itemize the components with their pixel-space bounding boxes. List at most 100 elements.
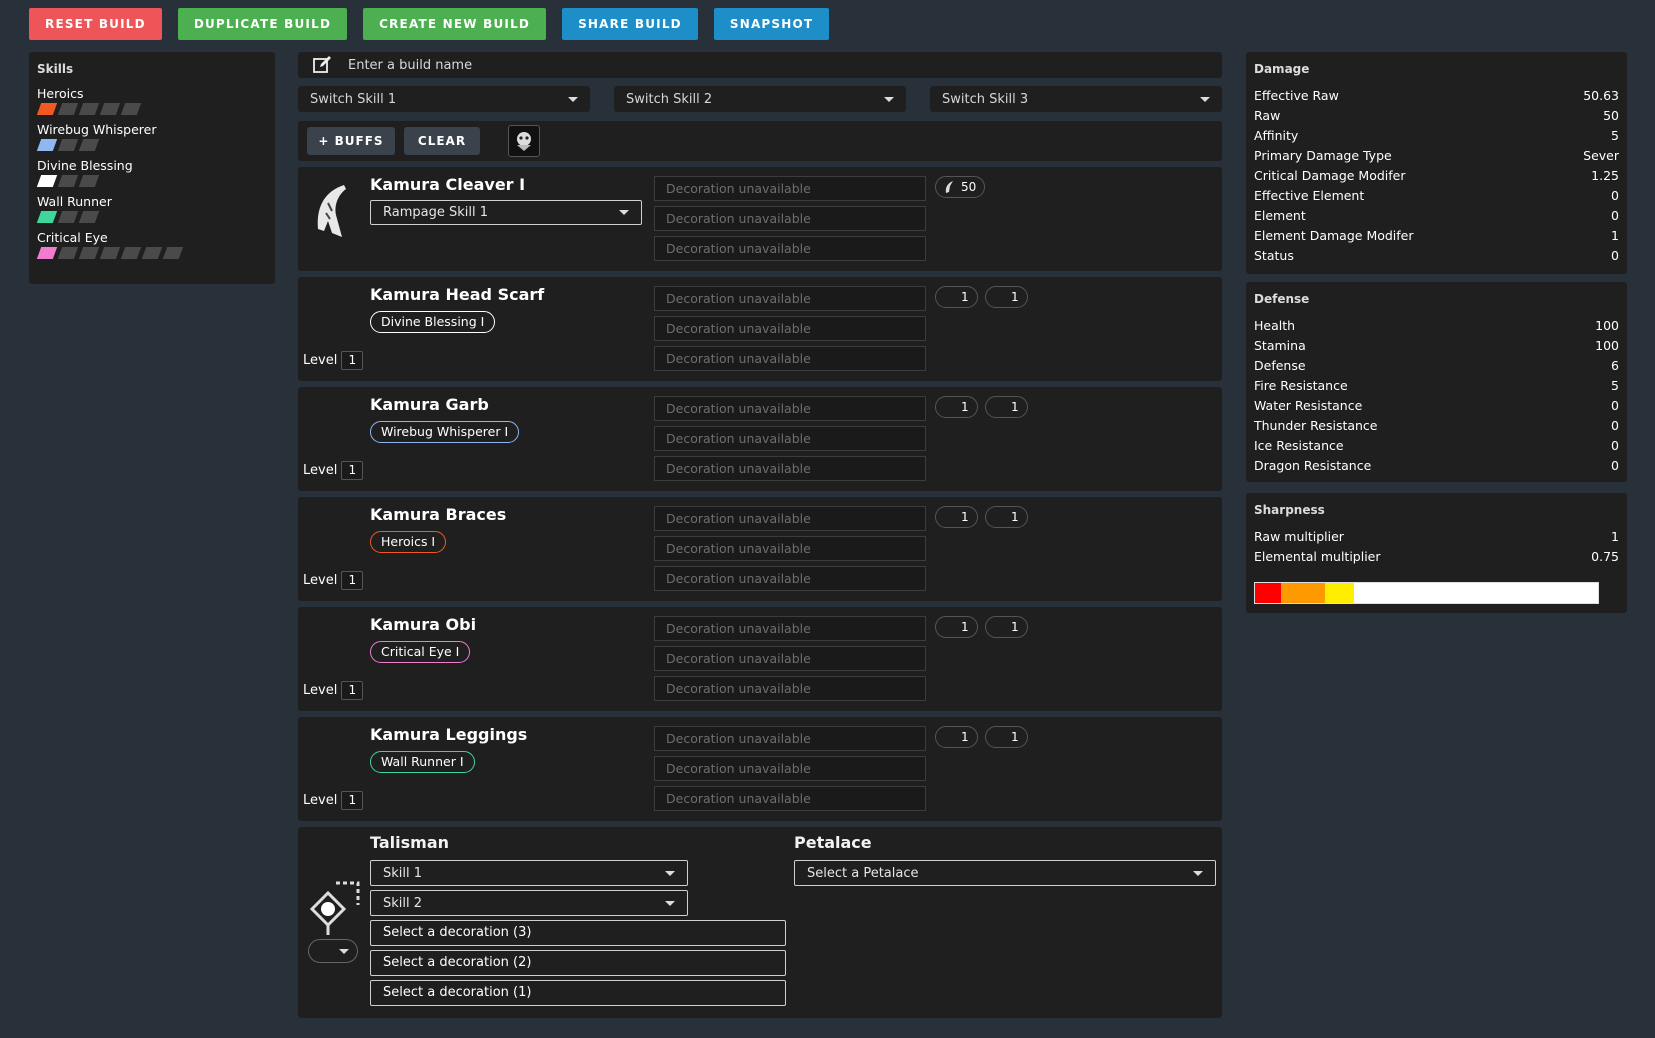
shield-icon bbox=[944, 291, 955, 303]
sharpness-segment bbox=[1280, 583, 1326, 603]
stat-label: Affinity bbox=[1254, 128, 1299, 143]
stat-value: 1.25 bbox=[1591, 168, 1619, 183]
talisman-skill-1-select[interactable]: Skill 1 bbox=[370, 860, 688, 886]
armor-panel: Kamura Braces Heroics I Level 1 Decoration u… bbox=[298, 497, 1222, 601]
armor-level: Level 1 bbox=[303, 681, 364, 700]
petalace-select[interactable]: Select a Petalace bbox=[794, 860, 1216, 886]
defense-chip: 1 bbox=[935, 616, 978, 638]
shield-icon bbox=[944, 401, 955, 413]
decoration-slot-1[interactable]: Decoration unavailable bbox=[654, 176, 926, 201]
decoration-slot-3[interactable]: Decoration unavailable bbox=[654, 676, 926, 701]
decoration-slot-3[interactable]: Decoration unavailable bbox=[654, 236, 926, 261]
rampage-skill-select[interactable]: Rampage Skill 1 bbox=[370, 200, 642, 225]
toolbar: RESET BUILD DUPLICATE BUILD CREATE NEW B… bbox=[29, 8, 845, 40]
armor-level-input[interactable]: 1 bbox=[341, 351, 364, 370]
clear-buffs-button[interactable]: CLEAR bbox=[404, 127, 480, 155]
stat-value: 100 bbox=[1595, 318, 1619, 333]
stat-row: Elemental multiplier 0.75 bbox=[1254, 547, 1619, 567]
switch-skill-1-select[interactable]: Switch Skill 1 bbox=[298, 86, 590, 112]
armor-level-input[interactable]: 1 bbox=[341, 791, 364, 810]
fire-resistance-chip: 1 bbox=[985, 396, 1028, 418]
sharpness-rows: Raw multiplier 1 Elemental multiplier 0.75 bbox=[1254, 527, 1619, 567]
armor-level: Level 1 bbox=[303, 351, 364, 370]
sharpness-segment bbox=[1255, 583, 1281, 603]
decoration-slot-1[interactable]: Decoration unavailable bbox=[654, 286, 926, 311]
shield-icon bbox=[944, 731, 955, 743]
switch-skill-3-select[interactable]: Switch Skill 3 bbox=[930, 86, 1222, 112]
buffs-bar: + BUFFS CLEAR bbox=[298, 121, 1222, 161]
fire-resistance-value: 1 bbox=[1011, 510, 1019, 524]
armor-piece-icon bbox=[306, 731, 362, 791]
talisman-rarity-select[interactable] bbox=[308, 939, 358, 963]
stat-label: Stamina bbox=[1254, 338, 1306, 353]
stat-value: 100 bbox=[1595, 338, 1619, 353]
talisman-decoration-3[interactable]: Select a decoration (3) bbox=[370, 920, 786, 946]
snapshot-button[interactable]: SNAPSHOT bbox=[713, 8, 830, 40]
build-name-input[interactable] bbox=[348, 57, 1048, 73]
talisman-decoration-1[interactable]: Select a decoration (1) bbox=[370, 980, 786, 1006]
decoration-slot-3[interactable]: Decoration unavailable bbox=[654, 566, 926, 591]
duplicate-build-button[interactable]: DUPLICATE BUILD bbox=[177, 8, 348, 40]
decoration-slot-2[interactable]: Decoration unavailable bbox=[654, 646, 926, 671]
switch-skill-2-label: Switch Skill 2 bbox=[626, 91, 713, 107]
chevron-down-icon bbox=[1200, 96, 1210, 102]
stat-label: Defense bbox=[1254, 358, 1306, 373]
stat-value: 5 bbox=[1611, 128, 1619, 143]
armor-level-input[interactable]: 1 bbox=[341, 571, 364, 590]
decoration-slot-2[interactable]: Decoration unavailable bbox=[654, 536, 926, 561]
armor-level-input[interactable]: 1 bbox=[341, 681, 364, 700]
skill-row: Wall Runner bbox=[36, 194, 267, 225]
decoration-slot-2[interactable]: Decoration unavailable bbox=[654, 206, 926, 231]
decoration-slot-2[interactable]: Decoration unavailable bbox=[654, 426, 926, 451]
fire-resistance-chip: 1 bbox=[985, 286, 1028, 308]
stat-row: Effective Raw 50.63 bbox=[1254, 86, 1619, 106]
chevron-down-icon bbox=[619, 210, 629, 215]
talisman-skill-2-select[interactable]: Skill 2 bbox=[370, 890, 688, 916]
decoration-slot-2[interactable]: Decoration unavailable bbox=[654, 316, 926, 341]
decoration-slot-3[interactable]: Decoration unavailable bbox=[654, 786, 926, 811]
monster-icon bbox=[517, 132, 531, 151]
sharpness-title: Sharpness bbox=[1254, 503, 1325, 517]
skill-level-bars bbox=[36, 211, 267, 225]
sharpness-bar bbox=[1254, 582, 1599, 604]
decoration-slot-3[interactable]: Decoration unavailable bbox=[654, 346, 926, 371]
decoration-slot-1[interactable]: Decoration unavailable bbox=[654, 616, 926, 641]
skill-level-filled bbox=[36, 103, 58, 115]
decoration-slot-2[interactable]: Decoration unavailable bbox=[654, 756, 926, 781]
armor-panel: Kamura Leggings Wall Runner I Level 1 Decora… bbox=[298, 717, 1222, 821]
share-build-button[interactable]: SHARE BUILD bbox=[562, 8, 698, 40]
switch-skill-2-select[interactable]: Switch Skill 2 bbox=[614, 86, 906, 112]
cleaver-icon bbox=[317, 185, 346, 237]
decoration-slot-1[interactable]: Decoration unavailable bbox=[654, 726, 926, 751]
skill-level-filled bbox=[36, 175, 58, 187]
skill-level-empty bbox=[162, 247, 184, 259]
stat-row: Ice Resistance 0 bbox=[1254, 436, 1619, 456]
build-name-bar bbox=[298, 52, 1222, 78]
armor-skill-badge: Wirebug Whisperer I bbox=[370, 421, 520, 443]
stat-value: 1 bbox=[1611, 529, 1619, 544]
buff-monster-icon[interactable] bbox=[508, 125, 540, 157]
armor-level-input[interactable]: 1 bbox=[341, 461, 364, 480]
stat-label: Raw bbox=[1254, 108, 1281, 123]
stat-row: Status 0 bbox=[1254, 246, 1619, 266]
talisman-title: Talisman bbox=[370, 833, 449, 852]
decoration-slot-1[interactable]: Decoration unavailable bbox=[654, 506, 926, 531]
stat-value: 6 bbox=[1611, 358, 1619, 373]
decoration-slot-3[interactable]: Decoration unavailable bbox=[654, 456, 926, 481]
add-buffs-button[interactable]: + BUFFS bbox=[307, 127, 395, 155]
defense-value: 1 bbox=[961, 620, 969, 634]
fire-icon bbox=[994, 621, 1005, 633]
stat-row: Element 0 bbox=[1254, 206, 1619, 226]
stat-value: 0 bbox=[1611, 458, 1619, 473]
shield-icon bbox=[944, 511, 955, 523]
create-new-build-button[interactable]: CREATE NEW BUILD bbox=[363, 8, 547, 40]
decoration-slot-1[interactable]: Decoration unavailable bbox=[654, 396, 926, 421]
stat-row: Element Damage Modifer 1 bbox=[1254, 226, 1619, 246]
skill-level-empty bbox=[78, 211, 100, 223]
talisman-skill-1-label: Skill 1 bbox=[383, 865, 423, 881]
skill-name: Divine Blessing bbox=[37, 158, 133, 173]
talisman-decoration-2[interactable]: Select a decoration (2) bbox=[370, 950, 786, 976]
reset-build-button[interactable]: RESET BUILD bbox=[29, 8, 162, 40]
skill-level-empty bbox=[141, 247, 163, 259]
stat-value: 0 bbox=[1611, 398, 1619, 413]
